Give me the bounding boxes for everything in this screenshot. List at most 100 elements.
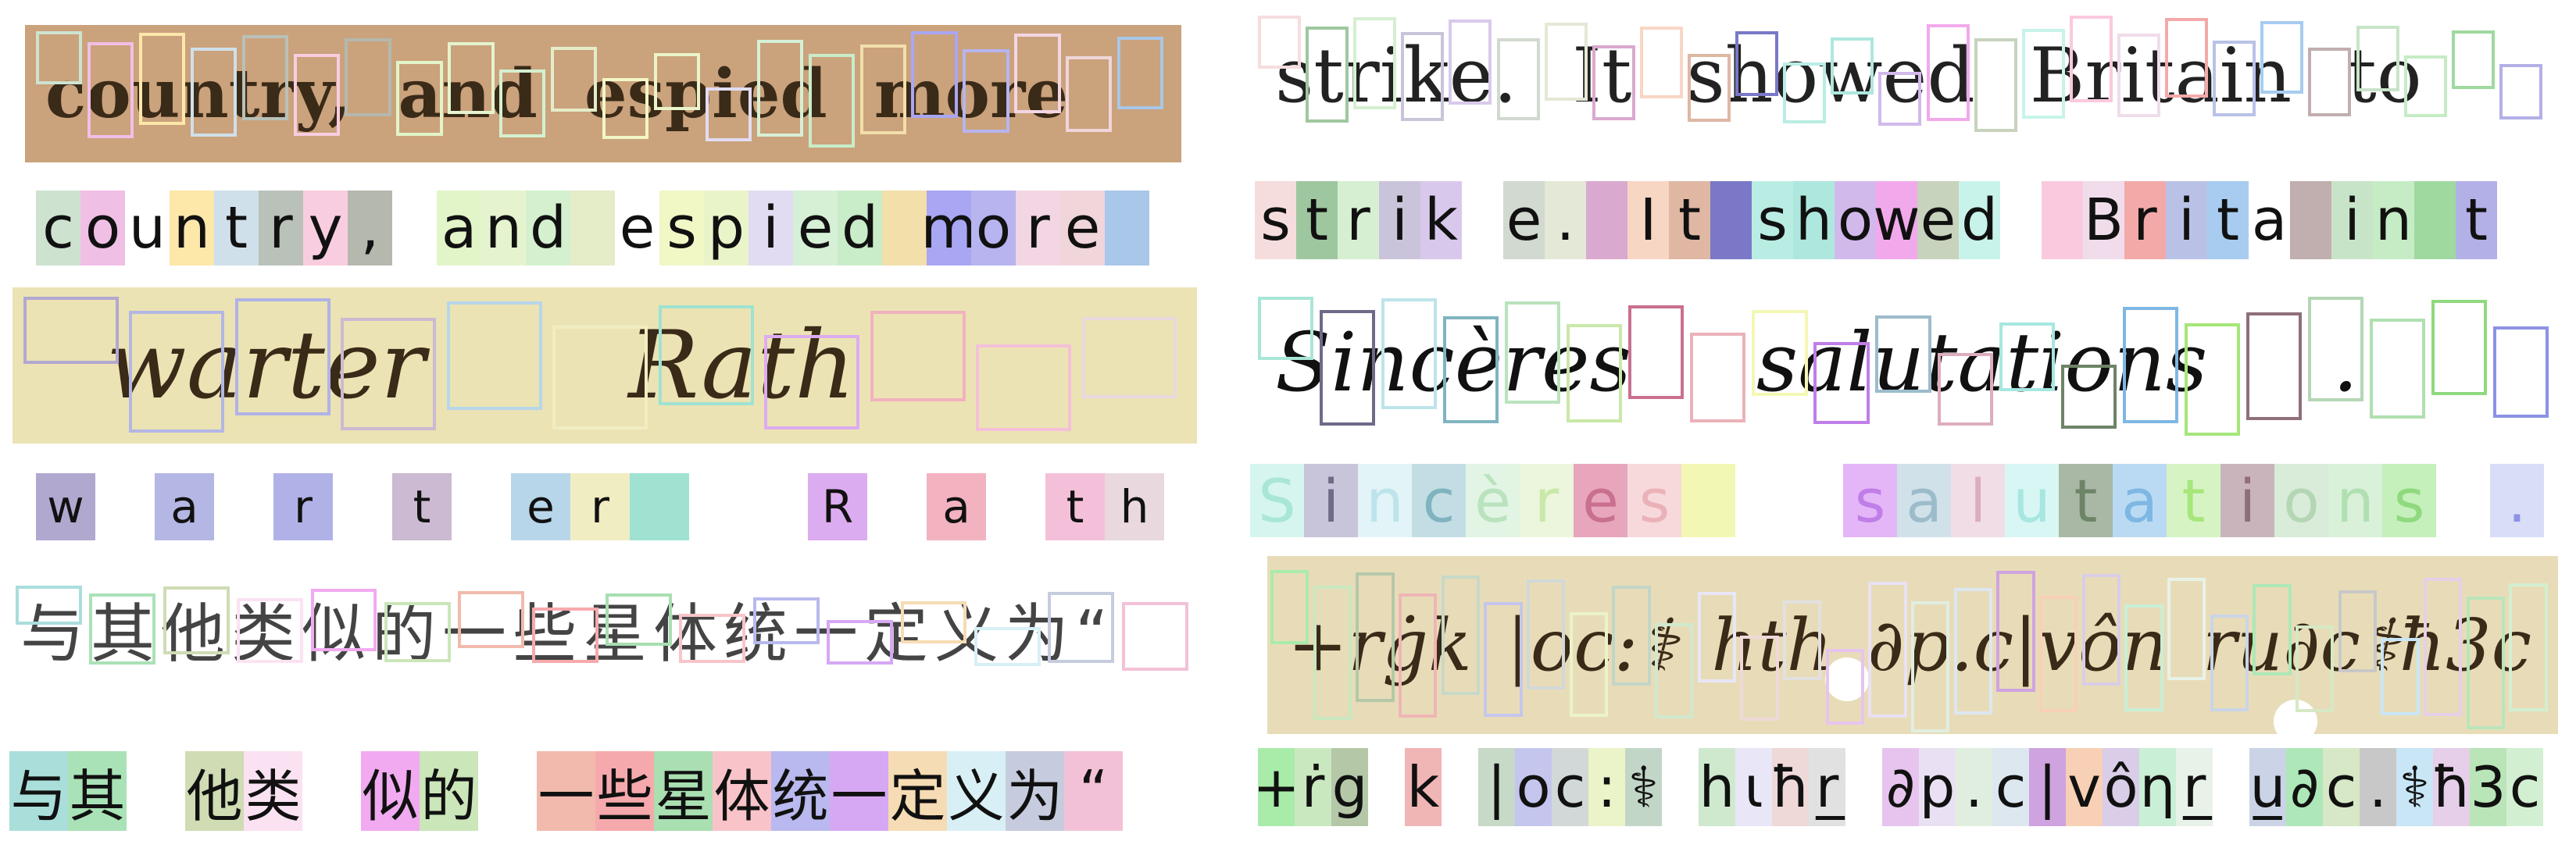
char-bounding-box <box>2124 604 2163 711</box>
char-bounding-box <box>808 53 855 148</box>
transcription-char-cell: ṙ <box>1295 748 1331 826</box>
transcription-char-cell: n <box>2373 181 2414 259</box>
transcription-char-cell: c <box>1412 464 1466 537</box>
char-bounding-box <box>1878 72 1922 127</box>
char-bounding-box <box>1628 305 1685 400</box>
char-bounding-box <box>129 311 225 433</box>
char-bounding-box <box>1441 575 1480 696</box>
transcription-char-cell: t <box>2456 181 2497 259</box>
transcription-char-cell: s <box>1752 181 1793 259</box>
transcription-char-cell <box>2436 464 2490 537</box>
char-bounding-box <box>2431 300 2488 396</box>
char-bounding-box <box>1544 22 1588 102</box>
transcription-char-cell <box>1710 181 1752 259</box>
char-bounding-box <box>237 597 304 664</box>
transcription-char-cell: n <box>170 191 214 265</box>
char-bounding-box <box>1401 32 1445 122</box>
transcription-char-cell: r <box>1338 181 1379 259</box>
char-bounding-box <box>2210 614 2249 711</box>
char-bounding-box <box>23 297 119 364</box>
char-bounding-box <box>2338 590 2377 673</box>
transcription-char-cell: w <box>36 473 95 540</box>
char-bounding-box <box>705 87 752 142</box>
char-bounding-box <box>1258 297 1314 360</box>
transcription-strip-4: Sincères salutations . <box>1250 464 2544 537</box>
char-bounding-box <box>396 61 443 137</box>
transcription-char-cell: o <box>80 191 125 265</box>
transcription-char-cell <box>1681 464 1735 537</box>
char-bounding-box <box>602 77 649 139</box>
transcription-char-cell <box>2290 181 2331 259</box>
transcription-char-cell: B <box>2083 181 2124 259</box>
char-bounding-box <box>1735 31 1779 96</box>
transcription-char-cell: i <box>2166 181 2207 259</box>
transcription-char-cell: ħ <box>2431 748 2471 826</box>
transcription-char-cell: c <box>1992 748 2029 826</box>
char-bounding-box <box>1320 310 1376 426</box>
transcription-char-cell: n <box>1358 464 1412 537</box>
char-bounding-box <box>1356 572 1395 702</box>
transcription-char-cell: 统 <box>771 751 830 831</box>
transcription-char-cell: r <box>2124 181 2166 259</box>
char-bounding-box <box>163 586 230 655</box>
transcription-char-cell: i <box>2221 464 2274 537</box>
char-bounding-box <box>1313 586 1352 721</box>
transcription-char-cell: g <box>1331 748 1368 826</box>
transcription-char-cell: o <box>1515 748 1552 826</box>
char-bounding-box <box>2184 323 2240 437</box>
char-bounding-box <box>1999 323 2055 392</box>
char-bounding-box <box>1612 585 1651 686</box>
char-bounding-box <box>458 590 525 649</box>
char-bounding-box <box>1443 316 1499 424</box>
char-bounding-box <box>1831 37 1874 95</box>
transcription-char-cell: y <box>303 191 348 265</box>
transcription-char-cell <box>478 751 537 831</box>
char-bounding-box <box>1014 34 1061 114</box>
transcription-char-cell <box>2213 748 2249 826</box>
transcription-char-cell: s <box>1843 464 1897 537</box>
char-bounding-box <box>2021 28 2065 119</box>
transcription-char-cell: c <box>2323 748 2360 826</box>
transcription-char-cell: o <box>2274 464 2328 537</box>
char-bounding-box <box>1690 333 1746 423</box>
char-bounding-box <box>1825 648 1864 725</box>
char-bounding-box <box>1270 570 1309 644</box>
transcription-char-cell: i <box>1379 181 1420 259</box>
char-bounding-box <box>1697 592 1736 682</box>
transcription-char-cell: n <box>2328 464 2382 537</box>
char-bounding-box <box>2307 297 2363 401</box>
transcription-char-cell: ô <box>2103 748 2139 826</box>
char-bounding-box <box>293 54 340 137</box>
transcription-char-cell: t <box>1045 473 1105 540</box>
transcription-char-cell <box>2042 181 2083 259</box>
transcription-char-cell: r <box>259 191 303 265</box>
char-bounding-box <box>1121 601 1188 671</box>
transcription-char-cell: 类 <box>244 751 302 831</box>
transcription-char-cell: | <box>2029 748 2066 826</box>
transcription-char-cell: a <box>155 473 214 540</box>
transcription-strip-6: + ṙ g k | o c: ⚕ h ι ħ r̲ ∂ p. c | v ô η r̲ u̲ ∂ c. ⚕ ħ 3 c <box>1252 748 2543 826</box>
transcription-char-cell: o <box>971 191 1016 265</box>
transcription-char-cell: e <box>1574 464 1627 537</box>
char-bounding-box <box>2060 364 2117 429</box>
transcription-char-cell: ∂ <box>2286 748 2323 826</box>
char-bounding-box <box>911 31 958 119</box>
transcription-char-cell: a <box>2113 464 2167 537</box>
char-bounding-box <box>36 31 83 84</box>
char-bounding-box <box>2260 21 2304 94</box>
char-bounding-box <box>1569 611 1608 718</box>
char-bounding-box <box>2296 625 2335 713</box>
transcription-char-cell: t <box>2167 464 2221 537</box>
transcription-char-cell <box>1789 464 1843 537</box>
transcription-strip-5: 与其 他类 似的 一些星体统一定义为 “ <box>9 751 1123 831</box>
transcription-char-cell: d <box>838 191 882 265</box>
transcription-char-cell: u̲ <box>2249 748 2286 826</box>
transcription-char-cell: r <box>570 473 630 540</box>
char-bounding-box <box>1974 37 2017 132</box>
char-bounding-box <box>963 49 1009 133</box>
transcription-char-cell: 义 <box>947 751 1006 831</box>
transcription-char-cell: a <box>1897 464 1951 537</box>
char-bounding-box <box>1996 570 2035 692</box>
transcription-char-cell: u <box>2005 464 2059 537</box>
char-bounding-box <box>764 334 860 430</box>
